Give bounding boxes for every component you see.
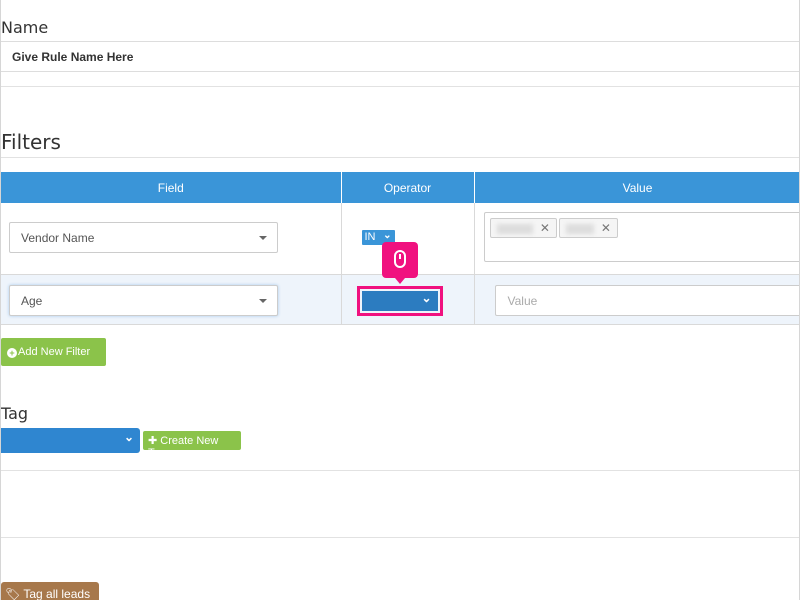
create-new-tag-button[interactable]: ✚ Create New Tag	[143, 431, 241, 459]
chevron-down-icon: ⌄	[383, 230, 392, 241]
value-cell: ✕ ✕	[474, 203, 799, 275]
operator-cell: ⌄	[341, 274, 475, 325]
value-tag-chip: ✕	[558, 218, 618, 238]
plus-circle-icon: +	[7, 348, 17, 358]
field-select-value: Age	[21, 293, 43, 308]
rule-editor-panel: Name Give Rule Name Here Filters Field O…	[0, 0, 800, 600]
add-new-filter-button[interactable]: + Add New Filter	[1, 338, 106, 366]
tag-select[interactable]: ⌄	[1, 428, 140, 453]
close-icon[interactable]: ✕	[540, 221, 550, 235]
create-new-tag-label: Create New Tag	[148, 435, 219, 459]
value-input-placeholder: Value	[507, 293, 538, 308]
divider	[1, 86, 799, 87]
field-cell: Age	[1, 274, 342, 325]
tag-icon: 🏷	[5, 587, 21, 600]
column-header-value: Value	[474, 172, 799, 203]
filters-title: Filters	[1, 130, 61, 154]
filters-header-row: Field Operator Value	[1, 172, 799, 203]
caret-down-icon	[259, 236, 267, 240]
redacted-text	[496, 223, 533, 234]
operator-select[interactable]: ⌄	[361, 290, 438, 311]
mouse-click-icon	[394, 250, 406, 268]
tag-all-leads-label: Tag all leads	[23, 587, 91, 600]
field-cell: Vendor Name	[1, 203, 342, 275]
value-tag-chip: ✕	[489, 218, 557, 238]
plus-icon: ✚	[148, 435, 158, 447]
value-input[interactable]: Value	[494, 284, 799, 316]
value-cell: Value	[474, 274, 799, 325]
divider	[1, 470, 799, 471]
column-header-operator: Operator	[341, 172, 475, 203]
rule-name-value: Give Rule Name Here	[12, 50, 134, 64]
name-label: Name	[1, 18, 49, 37]
field-select[interactable]: Vendor Name	[9, 222, 278, 253]
chevron-down-icon: ⌄	[123, 430, 134, 444]
column-header-field: Field	[1, 172, 342, 203]
tag-all-leads-button[interactable]: 🏷 Tag all leads	[1, 582, 99, 600]
field-select[interactable]: Age	[9, 284, 278, 316]
tag-label: Tag	[1, 404, 29, 423]
mouse-click-indicator	[382, 242, 418, 284]
close-icon[interactable]: ✕	[601, 221, 611, 235]
chevron-down-icon: ⌄	[421, 290, 432, 305]
divider	[1, 157, 799, 158]
divider	[1, 537, 799, 538]
rule-name-input[interactable]: Give Rule Name Here	[1, 41, 799, 72]
operator-select-value: IN	[364, 231, 376, 243]
caret-down-icon	[259, 298, 267, 303]
click-target-highlight: ⌄	[356, 285, 443, 316]
value-tags-input[interactable]: ✕ ✕	[483, 212, 799, 262]
redacted-text	[565, 223, 594, 234]
field-select-value: Vendor Name	[21, 231, 95, 245]
add-new-filter-label: Add New Filter	[18, 346, 91, 358]
